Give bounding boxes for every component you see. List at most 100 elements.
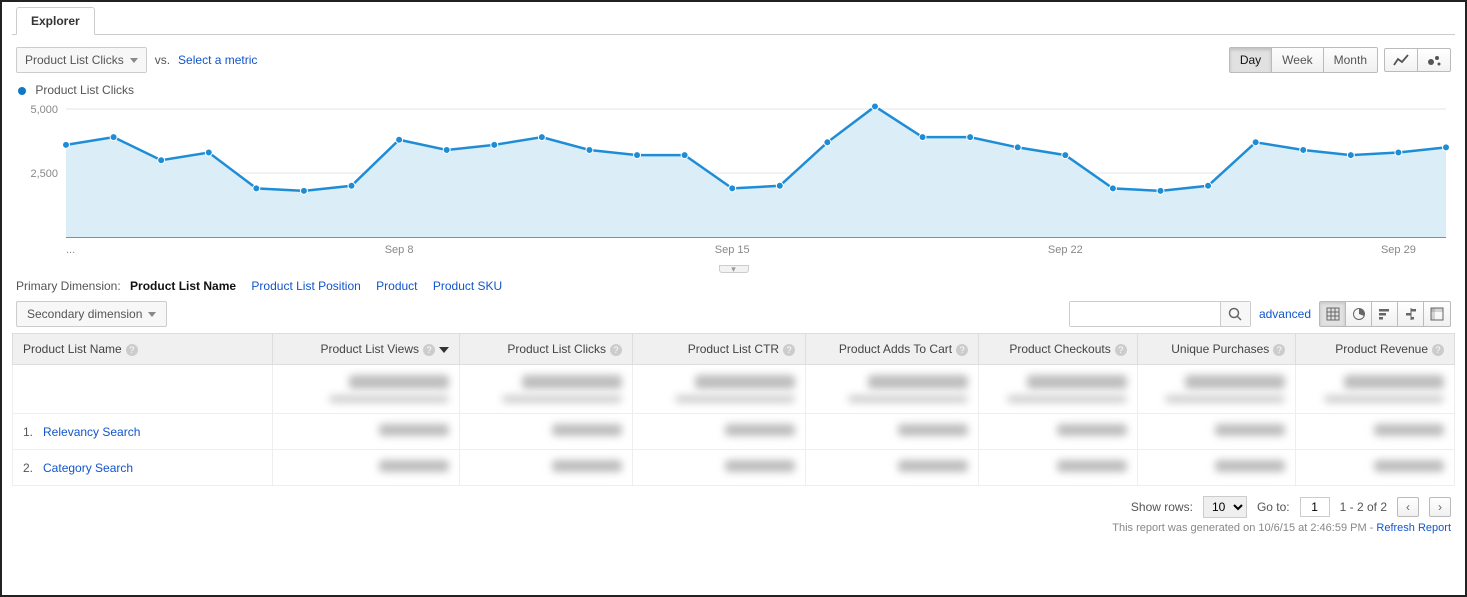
explorer-panel: Explorer Product List Clicks vs. Select …: [0, 0, 1467, 597]
show-rows-select[interactable]: 10: [1203, 496, 1247, 518]
help-icon[interactable]: ?: [956, 344, 968, 356]
redacted-value: [1324, 395, 1444, 403]
legend-series-1: Product List Clicks: [35, 83, 134, 97]
help-icon[interactable]: ?: [610, 344, 622, 356]
granularity-week[interactable]: Week: [1272, 48, 1323, 72]
granularity-month[interactable]: Month: [1324, 48, 1377, 72]
table-row[interactable]: 1.Relevancy Search: [13, 414, 1455, 450]
select-metric-link[interactable]: Select a metric: [178, 53, 257, 67]
report-generated-text: This report was generated on 10/6/15 at …: [12, 522, 1451, 534]
dimension-product-list-name[interactable]: Product List Name: [130, 279, 236, 293]
redacted-value: [1374, 424, 1444, 436]
tab-strip: Explorer: [12, 7, 1455, 35]
line-chart-icon[interactable]: [1385, 49, 1418, 71]
redacted-value: [1374, 460, 1444, 472]
secondary-dimension-dropdown[interactable]: Secondary dimension: [16, 301, 167, 327]
col-product-list-name[interactable]: Product List Name?: [13, 334, 273, 365]
tab-explorer[interactable]: Explorer: [16, 7, 95, 35]
view-pie-icon[interactable]: [1346, 302, 1372, 326]
redacted-value: [848, 395, 968, 403]
redacted-value: [1215, 460, 1285, 472]
help-icon[interactable]: ?: [783, 344, 795, 356]
redacted-value: [1057, 460, 1127, 472]
row-index: 2.: [23, 461, 33, 475]
col-product-revenue[interactable]: Product Revenue?: [1296, 334, 1455, 365]
table-summary-row: [13, 365, 1455, 414]
help-icon[interactable]: ?: [1115, 344, 1127, 356]
table-toolbar: Secondary dimension advanced: [16, 301, 1451, 327]
col-unique-purchases[interactable]: Unique Purchases?: [1137, 334, 1296, 365]
redacted-value: [725, 424, 795, 436]
chart-resize-handle[interactable]: ▾: [12, 261, 1455, 271]
table-header-row: Product List Name? Product List Views? P…: [13, 334, 1455, 365]
advanced-search-link[interactable]: advanced: [1259, 307, 1311, 321]
redacted-value: [552, 460, 622, 472]
secondary-dimension-label: Secondary dimension: [27, 307, 142, 321]
redacted-value: [1344, 375, 1444, 389]
svg-text:2,500: 2,500: [30, 168, 58, 180]
primary-metric-label: Product List Clicks: [25, 53, 124, 67]
redacted-value: [868, 375, 968, 389]
motion-chart-icon[interactable]: [1418, 49, 1450, 71]
redacted-value: [898, 460, 968, 472]
redacted-value: [725, 460, 795, 472]
table-search: [1069, 301, 1251, 327]
view-pivot-icon[interactable]: [1424, 302, 1450, 326]
view-comparison-icon[interactable]: [1398, 302, 1424, 326]
svg-text:...: ...: [66, 244, 75, 256]
table-footer: Show rows: 10 Go to: 1 - 2 of 2 ‹ ›: [16, 496, 1451, 518]
search-button[interactable]: [1220, 302, 1250, 326]
view-performance-icon[interactable]: [1372, 302, 1398, 326]
chevron-down-icon: [130, 58, 138, 63]
search-icon: [1228, 307, 1242, 321]
timeseries-chart[interactable]: 5,0002,500...Sep 8Sep 15Sep 22Sep 29: [16, 99, 1451, 259]
row-name-link[interactable]: Category Search: [43, 461, 133, 475]
redacted-value: [349, 375, 449, 389]
redacted-value: [1215, 424, 1285, 436]
help-icon[interactable]: ?: [126, 344, 138, 356]
col-product-list-clicks[interactable]: Product List Clicks?: [460, 334, 633, 365]
primary-metric-dropdown[interactable]: Product List Clicks: [16, 47, 147, 73]
next-page-button[interactable]: ›: [1429, 497, 1451, 517]
redacted-value: [1185, 375, 1285, 389]
legend-dot-icon: [18, 87, 26, 95]
chart-legend: Product List Clicks: [18, 83, 1449, 97]
view-data-table-icon[interactable]: [1320, 302, 1346, 326]
col-product-adds-to-cart[interactable]: Product Adds To Cart?: [806, 334, 979, 365]
svg-text:Sep 22: Sep 22: [1048, 244, 1083, 256]
svg-text:Sep 15: Sep 15: [715, 244, 750, 256]
help-icon[interactable]: ?: [1273, 344, 1285, 356]
redacted-value: [1007, 395, 1127, 403]
primary-dimension-label: Primary Dimension:: [16, 279, 121, 293]
chevron-down-icon: [148, 312, 156, 317]
col-product-checkouts[interactable]: Product Checkouts?: [979, 334, 1138, 365]
redacted-value: [1027, 375, 1127, 389]
dimension-product-list-position[interactable]: Product List Position: [251, 279, 360, 293]
refresh-report-link[interactable]: Refresh Report: [1376, 522, 1451, 534]
sort-desc-icon: [439, 347, 449, 353]
redacted-value: [1165, 395, 1285, 403]
redacted-value: [695, 375, 795, 389]
granularity-day[interactable]: Day: [1230, 48, 1272, 72]
redacted-value: [552, 424, 622, 436]
redacted-value: [379, 424, 449, 436]
granularity-toggle: Day Week Month: [1229, 47, 1378, 73]
redacted-value: [329, 395, 449, 403]
goto-input[interactable]: [1300, 497, 1330, 517]
primary-dimension-row: Primary Dimension: Product List Name Pro…: [16, 279, 1451, 293]
dimension-product[interactable]: Product: [376, 279, 417, 293]
vs-label: vs.: [155, 53, 170, 67]
table-row[interactable]: 2. Category Search: [13, 450, 1455, 486]
col-product-list-ctr[interactable]: Product List CTR?: [633, 334, 806, 365]
dimension-product-sku[interactable]: Product SKU: [433, 279, 502, 293]
row-name-link[interactable]: Relevancy Search: [43, 425, 140, 439]
search-input[interactable]: [1070, 302, 1220, 326]
redacted-value: [898, 424, 968, 436]
help-icon[interactable]: ?: [1432, 344, 1444, 356]
help-icon[interactable]: ?: [423, 344, 435, 356]
table-view-toggle: [1319, 301, 1451, 327]
range-text: 1 - 2 of 2: [1340, 500, 1387, 514]
prev-page-button[interactable]: ‹: [1397, 497, 1419, 517]
col-product-list-views[interactable]: Product List Views?: [272, 334, 459, 365]
goto-label: Go to:: [1257, 500, 1290, 514]
